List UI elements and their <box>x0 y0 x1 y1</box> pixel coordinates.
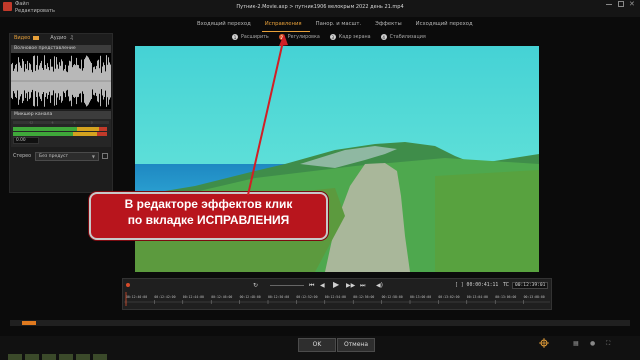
preset-options-icon[interactable] <box>102 153 108 159</box>
crosshair-icon[interactable] <box>539 338 549 348</box>
ruler-tick-label: 00:12:52:00 <box>296 295 317 299</box>
ruler-tick-label: 00:12:42:00 <box>154 295 175 299</box>
tab-video-label: Видео <box>14 35 31 41</box>
tab-audio-label: Аудио <box>50 35 67 41</box>
subtab-stabilize[interactable]: 4 Стабилизация <box>380 34 426 40</box>
volume-readout[interactable]: 0.00 <box>13 137 39 144</box>
step-number-badge: 4 <box>380 34 387 40</box>
go-to-end-icon[interactable]: ⏭ <box>360 282 365 290</box>
thumbnail[interactable] <box>76 354 90 360</box>
timecode-label: TC <box>503 283 509 288</box>
ruler-tick-label: 00:12:44:00 <box>183 295 204 299</box>
waveform-display <box>11 53 111 109</box>
ruler-tick-label: 00:12:46:00 <box>211 295 232 299</box>
stereo-label: Стерео <box>13 154 32 159</box>
loop-icon[interactable]: ↻ <box>253 282 258 289</box>
subtab-label: Кадр экрана <box>338 34 371 40</box>
volume-icon[interactable]: ◀) <box>376 282 383 289</box>
ruler-tick-label: 00:13:02:00 <box>438 295 459 299</box>
time-ruler[interactable]: 00:12:40:00 00:12:42:00 00:12:44:00 00:12:4… <box>124 292 550 306</box>
thumbnail[interactable] <box>25 354 39 360</box>
tab-effects[interactable]: Эффекты <box>368 19 408 31</box>
step-number-badge: 1 <box>232 34 238 40</box>
step-number-badge: 3 <box>329 34 336 40</box>
ruler-tick-label: 00:12:50:00 <box>268 295 289 299</box>
ok-button[interactable]: OK <box>298 338 336 352</box>
waveform-header: Волновое представление <box>11 45 111 53</box>
thumbnail-strip <box>8 354 128 360</box>
subtab-label: Регулировка <box>287 34 320 40</box>
tab-pan-zoom[interactable]: Панор. и масшт. <box>309 19 369 31</box>
callout-text: В редакторе эффектов клик по вкладке ИСП… <box>89 196 328 228</box>
tab-transition-in[interactable]: Входящий переход <box>190 19 258 31</box>
ruler-tick-label: 00:13:06:00 <box>495 295 516 299</box>
rewind-icon[interactable]: ◀ <box>320 282 325 289</box>
grid-icon[interactable]: ▦ <box>573 340 579 347</box>
tab-audio[interactable]: Аудио ♫ <box>50 35 74 41</box>
ruler-tick-label: 00:12:58:00 <box>382 295 403 299</box>
fast-forward-icon[interactable]: ▶▶ <box>346 282 355 289</box>
jog-slider[interactable] <box>270 285 304 286</box>
close-icon[interactable]: ✕ <box>629 0 635 8</box>
cancel-button[interactable]: Отмена <box>337 338 375 352</box>
tab-corrections[interactable]: Исправления <box>258 19 309 31</box>
thumbnail[interactable] <box>8 354 22 360</box>
mixer-header: Микшер канала <box>11 111 111 119</box>
thumbnail[interactable] <box>93 354 107 360</box>
timeline-scrubber[interactable] <box>10 320 630 326</box>
subtab-adjust[interactable]: 2 Регулировка <box>278 34 320 40</box>
effects-tabs: Входящий переход Исправления Панор. и ма… <box>190 19 490 31</box>
subtab-frame[interactable]: 3 Кадр экрана <box>329 34 371 40</box>
minimize-icon[interactable] <box>606 4 612 5</box>
svg-text:-12: -12 <box>29 122 33 125</box>
go-to-start-icon[interactable]: ⏮ <box>309 282 314 290</box>
ruler-tick-label: 00:12:48:00 <box>240 295 261 299</box>
callout-line-2: по вкладке ИСПРАВЛЕНИЯ <box>127 213 290 227</box>
record-icon[interactable] <box>126 283 130 287</box>
chevron-down-icon: ▼ <box>91 154 95 159</box>
ruler-tick-label: 00:13:08:00 <box>524 295 545 299</box>
preset-dropdown[interactable]: Без предуст ▼ <box>35 152 99 161</box>
fullscreen-icon[interactable]: ⛶ <box>606 340 610 348</box>
timeline-position[interactable] <box>22 321 36 325</box>
video-icon <box>33 36 40 40</box>
ruler-tick-label: 00:13:04:00 <box>467 295 488 299</box>
ruler-tick-label: 00:12:54:00 <box>325 295 346 299</box>
current-timecode: [ ] 00:00:41:11 <box>455 283 499 288</box>
total-timecode[interactable]: 00:12:39:01 <box>512 282 548 289</box>
tab-video[interactable]: Видео <box>14 35 40 41</box>
subtab-label: Стабилизация <box>389 34 426 40</box>
step-number-badge: 2 <box>278 34 285 40</box>
dot-icon[interactable]: ● <box>590 340 595 347</box>
ruler-tick-label: 00:12:56:00 <box>353 295 374 299</box>
callout-line-1: В редакторе эффектов клик <box>124 197 293 211</box>
ruler-tick-label: 00:12:40:00 <box>126 295 147 299</box>
media-tabs: Видео Аудио ♫ <box>14 35 74 41</box>
play-icon[interactable]: ▶ <box>333 280 339 289</box>
correction-subtabs: 1 Расширить 2 Регулировка 3 Кадр экрана … <box>232 34 426 40</box>
window-title: Путник-2.Movie.axp > путник1906 велокрым… <box>236 4 404 10</box>
subtab-label: Расширить <box>241 34 269 40</box>
subtab-expand[interactable]: 1 Расширить <box>232 34 269 40</box>
tab-transition-out[interactable]: Исходящий переход <box>409 19 480 31</box>
maximize-icon[interactable] <box>618 1 624 7</box>
preset-value: Без предуст <box>39 154 69 159</box>
music-note-icon: ♫ <box>69 35 74 41</box>
thumbnail[interactable] <box>42 354 56 360</box>
thumbnail[interactable] <box>59 354 73 360</box>
ruler-tick-label: 00:13:00:00 <box>410 295 431 299</box>
active-tab-underline <box>262 31 310 32</box>
